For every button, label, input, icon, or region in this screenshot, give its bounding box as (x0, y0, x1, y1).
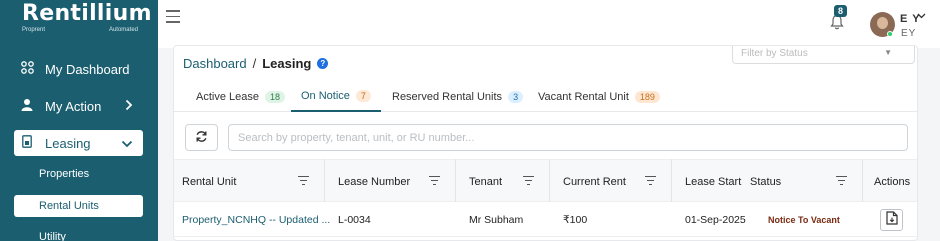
column-header-lease-number: Lease Number (338, 175, 411, 188)
column-divider (862, 159, 863, 202)
tab-on-notice[interactable]: On Notice 7 (291, 82, 381, 112)
sidebar-item-leasing[interactable]: Leasing (14, 130, 143, 156)
tab-active-lease[interactable]: Active Lease 18 (186, 82, 295, 112)
dropdown-caret-icon: ▼ (884, 48, 892, 57)
chevron-right-icon (125, 99, 133, 114)
tab-reserved-rental-units[interactable]: Reserved Rental Units 3 (382, 82, 533, 112)
sidebar-subitem-utility[interactable]: Utility (14, 226, 143, 241)
column-header-lease-start: Lease Start (685, 175, 742, 188)
tab-count-badge: 3 (508, 91, 524, 103)
tab-label: Active Lease (196, 91, 259, 103)
table-header: Rental Unit Lease Number Tenant Current … (174, 159, 917, 202)
tab-label: Reserved Rental Units (392, 91, 503, 103)
chevron-down-icon (121, 136, 133, 151)
column-header-rental-unit: Rental Unit (182, 175, 237, 188)
sidebar-subitem-rental-units[interactable]: Rental Units (14, 195, 143, 217)
column-divider (455, 159, 456, 202)
view-document-button[interactable] (880, 209, 903, 231)
tab-count-badge: 7 (355, 90, 371, 102)
tab-label: On Notice (301, 90, 350, 102)
refresh-button[interactable] (185, 124, 218, 151)
topbar: 8 E Y EY (158, 0, 940, 48)
search-input[interactable] (228, 124, 908, 151)
sidebar-subitem-label: Properties (39, 168, 90, 180)
lease-tabs: Active Lease 18 On Notice 7 Reserved Ren… (174, 82, 917, 112)
person-icon (18, 98, 36, 114)
rental-unit-link[interactable]: Property_NCNHQ -- Updated ... (182, 203, 330, 237)
current-rent-cell: ₹100 (563, 214, 588, 226)
brand-tagline-left: Proprent (22, 27, 46, 33)
brand-tagline-right: Automated (108, 27, 138, 33)
leasing-card: Dashboard / Leasing ? Filter by Status ▼… (173, 45, 918, 241)
sidebar-subitem-label: Rental Units (39, 200, 99, 212)
sidebar-item-label: Leasing (45, 135, 91, 151)
chevron-down-icon[interactable] (917, 11, 926, 22)
sidebar-subitem-properties[interactable]: Properties (14, 163, 143, 185)
column-header-tenant: Tenant (469, 175, 503, 188)
column-divider (671, 159, 672, 202)
sidebar: Rentillium Proprent Automated My Dashboa… (0, 0, 158, 241)
column-header-actions: Actions (874, 175, 911, 188)
breadcrumb: Dashboard / Leasing ? (183, 56, 329, 71)
document-icon (885, 210, 898, 230)
sidebar-item-my-action[interactable]: My Action (14, 93, 143, 119)
tab-vacant-rental-unit[interactable]: Vacant Rental Unit 189 (528, 82, 670, 112)
notification-count-badge: 8 (834, 5, 848, 17)
tab-count-badge: 189 (634, 91, 660, 103)
breadcrumb-dashboard-link[interactable]: Dashboard (183, 56, 247, 71)
column-divider (549, 159, 550, 202)
hamburger-menu-icon[interactable] (166, 10, 180, 27)
tenant-cell: Mr Subham (469, 214, 524, 226)
column-header-status: Status (750, 175, 782, 188)
refresh-icon (195, 130, 208, 146)
help-info-icon[interactable]: ? (317, 58, 329, 69)
sidebar-subitem-label: Utility (39, 231, 66, 241)
lease-start-cell: 01-Sep-2025 (685, 214, 746, 226)
breadcrumb-separator: / (252, 56, 257, 71)
status-filter-select[interactable]: Filter by Status ▼ (732, 46, 915, 64)
user-sub-label: EY (901, 28, 917, 39)
filter-icon[interactable] (836, 176, 847, 187)
tab-label: Vacant Rental Unit (538, 91, 629, 103)
brand-logo[interactable]: Rentillium Proprent Automated (22, 1, 152, 34)
filter-icon[interactable] (645, 176, 656, 187)
status-filter-placeholder: Filter by Status (741, 48, 808, 59)
column-header-current-rent: Current Rent (563, 175, 626, 188)
brand-tagline: Proprent Automated (22, 27, 142, 33)
lease-number-cell: L-0034 (338, 214, 371, 226)
tab-count-badge: 18 (264, 91, 285, 103)
sidebar-item-label: My Dashboard (45, 61, 130, 77)
sidebar-item-label: My Action (45, 98, 102, 114)
status-badge: Notice To Vacant (768, 215, 840, 225)
sidebar-item-my-dashboard[interactable]: My Dashboard (14, 56, 143, 82)
filter-icon[interactable] (523, 176, 534, 187)
lease-icon (18, 135, 36, 151)
page-title: Leasing (262, 56, 312, 71)
table-row: Property_NCNHQ -- Updated ... L-0034 Mr … (174, 203, 917, 237)
column-divider (324, 159, 325, 202)
dashboard-icon (18, 61, 36, 77)
filter-icon[interactable] (298, 176, 309, 187)
brand-name: Rentillium (22, 1, 152, 26)
filter-icon[interactable] (429, 176, 440, 187)
online-status-dot (887, 31, 893, 37)
